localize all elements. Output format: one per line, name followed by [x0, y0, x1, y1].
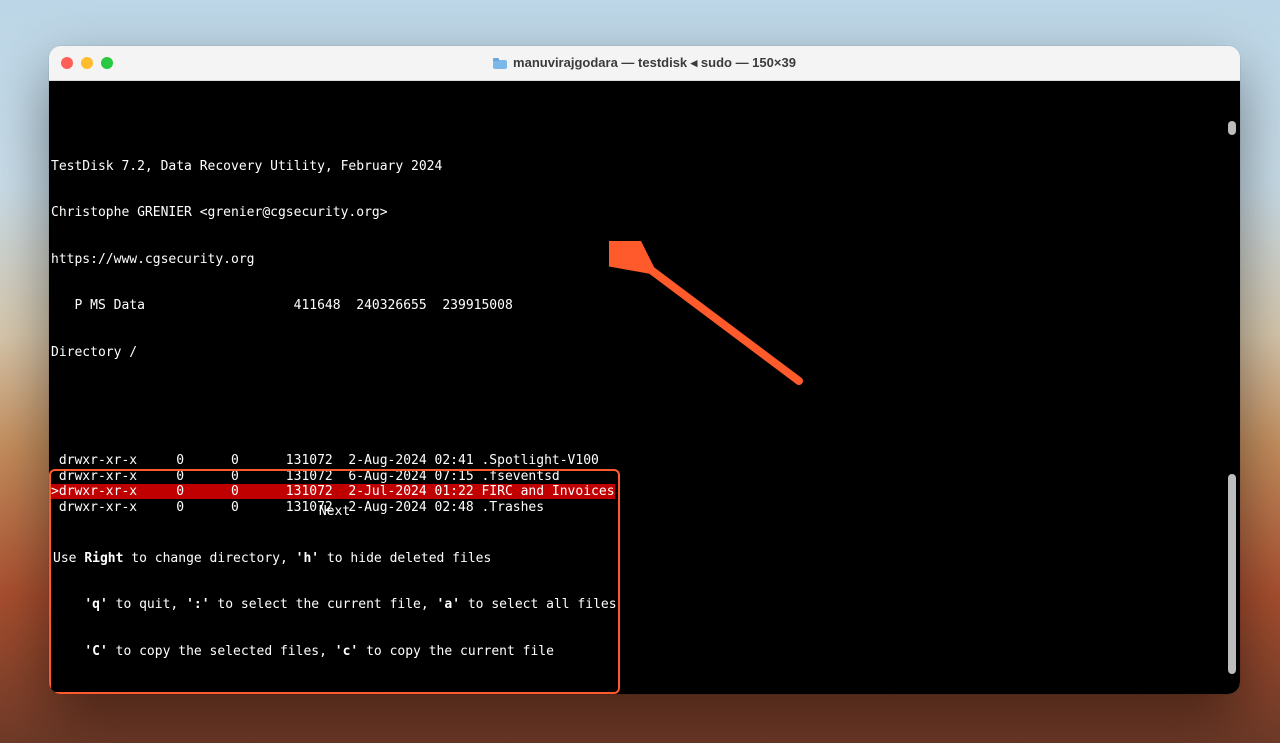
next-label: Next	[51, 504, 618, 520]
header-line-1: TestDisk 7.2, Data Recovery Utility, Feb…	[49, 159, 1240, 175]
traffic-lights	[61, 57, 113, 69]
folder-icon	[493, 58, 507, 69]
help-line-3: 'C' to copy the selected files, 'c' to c…	[51, 644, 618, 660]
partition-line: P MS Data 411648 240326655 239915008	[49, 298, 1240, 314]
scrollbar-thumb[interactable]	[1228, 474, 1236, 674]
desktop-background: manuvirajgodara — testdisk ◂ sudo — 150×…	[0, 0, 1280, 743]
terminal-window: manuvirajgodara — testdisk ◂ sudo — 150×…	[49, 46, 1240, 694]
header-line-2: Christophe GRENIER <grenier@cgsecurity.o…	[49, 205, 1240, 221]
title-center: manuvirajgodara — testdisk ◂ sudo — 150×…	[49, 55, 1240, 71]
terminal-viewport[interactable]: TestDisk 7.2, Data Recovery Utility, Feb…	[49, 81, 1240, 694]
scrollbar-top[interactable]	[1228, 121, 1236, 135]
zoom-button[interactable]	[101, 57, 113, 69]
header-line-3: https://www.cgsecurity.org	[49, 252, 1240, 268]
close-button[interactable]	[61, 57, 73, 69]
blank-line	[49, 391, 1240, 407]
directory-line: Directory /	[49, 345, 1240, 361]
minimize-button[interactable]	[81, 57, 93, 69]
help-line-2: 'q' to quit, ':' to select the current f…	[51, 597, 618, 613]
window-title: manuvirajgodara — testdisk ◂ sudo — 150×…	[513, 55, 796, 71]
file-row[interactable]: drwxr-xr-x 0 0 131072 2-Aug-2024 02:41 .…	[49, 453, 1240, 469]
help-line-1: Use Right to change directory, 'h' to hi…	[51, 551, 618, 567]
window-titlebar[interactable]: manuvirajgodara — testdisk ◂ sudo — 150×…	[49, 46, 1240, 81]
instructions-box: Next Use Right to change directory, 'h' …	[49, 469, 620, 694]
